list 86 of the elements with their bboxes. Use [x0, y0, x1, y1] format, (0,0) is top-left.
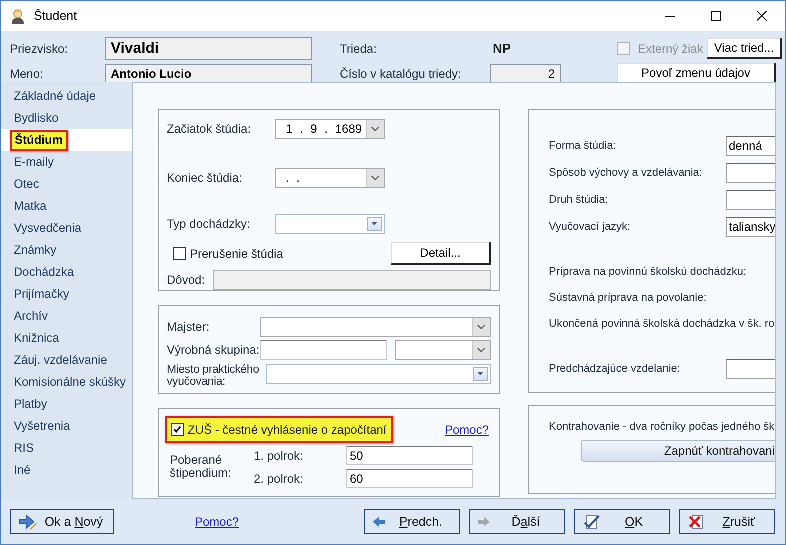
stipend-field[interactable]: 50	[346, 446, 473, 465]
field-label: Typ dochádzky:	[167, 217, 252, 231]
field-label: Spôsob výchovy a vzdelávania:	[549, 167, 704, 179]
checkbox-label: ZUŠ - čestné vyhlásenie o započítaní	[188, 422, 387, 436]
dropdown[interactable]	[260, 317, 491, 337]
sidebar-item[interactable]: Knižnica	[1, 327, 132, 349]
field-label: Dôvod:	[167, 273, 206, 287]
arrow-pencil-icon	[19, 514, 37, 530]
contraction-text: Kontrahovanie - dva ročníky počas jedného šk	[549, 420, 775, 434]
field-label: Vyučovací jazyk:	[549, 221, 632, 233]
dropdown[interactable]	[395, 340, 491, 360]
sidebar-item[interactable]: RIS	[1, 437, 132, 459]
ok-new-button[interactable]: Ok a Nový	[10, 509, 114, 534]
class-label: Trieda:	[340, 42, 378, 56]
sidebar-item[interactable]: E-maily	[1, 151, 132, 173]
cross-document-icon	[688, 512, 706, 530]
chevron-icon	[366, 120, 384, 138]
checkbox-label: Prerušenie štúdia	[190, 246, 284, 260]
field-label: Príprava na povinnú školskú dochádzku:	[549, 266, 747, 278]
field-label: Miesto praktického vyučovania:	[167, 364, 260, 388]
sidebar-item[interactable]: Bydlisko	[1, 107, 132, 129]
sidebar-item[interactable]: Známky	[1, 239, 132, 261]
text-field[interactable]	[260, 340, 387, 360]
sidebar-item[interactable]: Archív	[1, 305, 132, 327]
contraction-button[interactable]: Zapnúť kontrahovani	[581, 440, 775, 462]
sidebar-item[interactable]: Základné údaje	[1, 85, 132, 107]
catalog-number-label: Číslo v katalógu triedy:	[340, 66, 462, 80]
help-link[interactable]: Pomoc?	[195, 514, 240, 528]
class-value: NP	[492, 41, 512, 56]
check-document-icon	[583, 512, 601, 530]
window-title: Študent	[34, 9, 78, 23]
text-field[interactable]	[726, 163, 775, 183]
chevron-icon	[472, 341, 490, 359]
text-field[interactable]: denná	[726, 136, 775, 156]
semester-label: 2. polrok:	[254, 472, 304, 486]
stipend-field[interactable]: 60	[346, 469, 473, 488]
field-label: Koniec štúdia:	[167, 171, 244, 185]
reason-field[interactable]	[213, 270, 491, 290]
sidebar-item[interactable]: Iné	[1, 459, 132, 481]
date-field[interactable]: . .	[275, 168, 385, 188]
field-label: Forma štúdia:	[549, 140, 618, 152]
checkbox-label: Externý žiak	[638, 42, 704, 56]
next-button[interactable]: Ďalší	[469, 509, 565, 534]
help-link[interactable]: Pomoc?	[444, 422, 489, 436]
sidebar-item[interactable]: Matka	[1, 195, 132, 217]
prev-button[interactable]: Predch.	[364, 509, 460, 534]
more-classes-button[interactable]: Viac tried...	[707, 38, 782, 59]
allow-change-button[interactable]: Povoľ zmenu údajov	[617, 63, 776, 84]
first-name-label: Meno:	[10, 66, 44, 80]
sidebar-item[interactable]: Záuj. vzdelávanie	[1, 349, 132, 371]
close-icon	[757, 11, 767, 21]
field-label: Predchádzajúce vzdelanie:	[549, 363, 682, 375]
sidebar-item[interactable]: Platby	[1, 393, 132, 415]
cancel-button[interactable]: Zrušiť	[679, 509, 775, 534]
field-label: Majster:	[167, 320, 211, 334]
field-label: Druh štúdia:	[549, 194, 610, 206]
sidebar-item[interactable]: Komisionálne skúšky	[1, 371, 132, 393]
surname-field: Vivaldi	[105, 37, 312, 60]
checkbox[interactable]	[173, 247, 186, 260]
field-label: Ukončená povinná školská dochádzka v šk. ro	[549, 318, 775, 330]
semester-label: 1. polrok:	[254, 448, 304, 462]
detail-button[interactable]: Detail...	[391, 242, 491, 265]
text-field[interactable]	[726, 359, 775, 379]
sidebar-item[interactable]: Prijímačky	[1, 283, 132, 305]
catalog-number-field: 2	[490, 64, 561, 84]
sidebar-item[interactable]: Dochádzka	[1, 261, 132, 283]
text-field[interactable]	[726, 190, 775, 210]
left-arrow-icon	[373, 516, 385, 526]
checkbox[interactable]	[171, 423, 184, 436]
sidebar-item[interactable]: Vysvedčenia	[1, 217, 132, 239]
field-label: Začiatok štúdia:	[167, 122, 252, 136]
ok-button[interactable]: OK	[574, 509, 670, 534]
stipend-label: Poberané štipendium:	[169, 454, 232, 480]
field-label: Sústavná príprava na povolanie:	[549, 292, 708, 304]
chevron-icon	[366, 169, 384, 187]
date-field[interactable]: 1 . 9 . 1689	[275, 119, 385, 139]
field-label: Výrobná skupina:	[167, 343, 260, 357]
right-arrow-icon	[478, 516, 490, 526]
person-icon	[10, 8, 26, 24]
sidebar-item[interactable]: Otec	[1, 173, 132, 195]
sidebar-item[interactable]: Vyšetrenia	[1, 415, 132, 437]
surname-label: Priezvisko:	[10, 42, 70, 56]
first-name-field: Antonio Lucio	[105, 64, 312, 83]
sidebar-item[interactable]: Štúdium	[1, 129, 132, 151]
maximize-icon	[711, 11, 721, 21]
chevron-icon	[472, 318, 490, 336]
